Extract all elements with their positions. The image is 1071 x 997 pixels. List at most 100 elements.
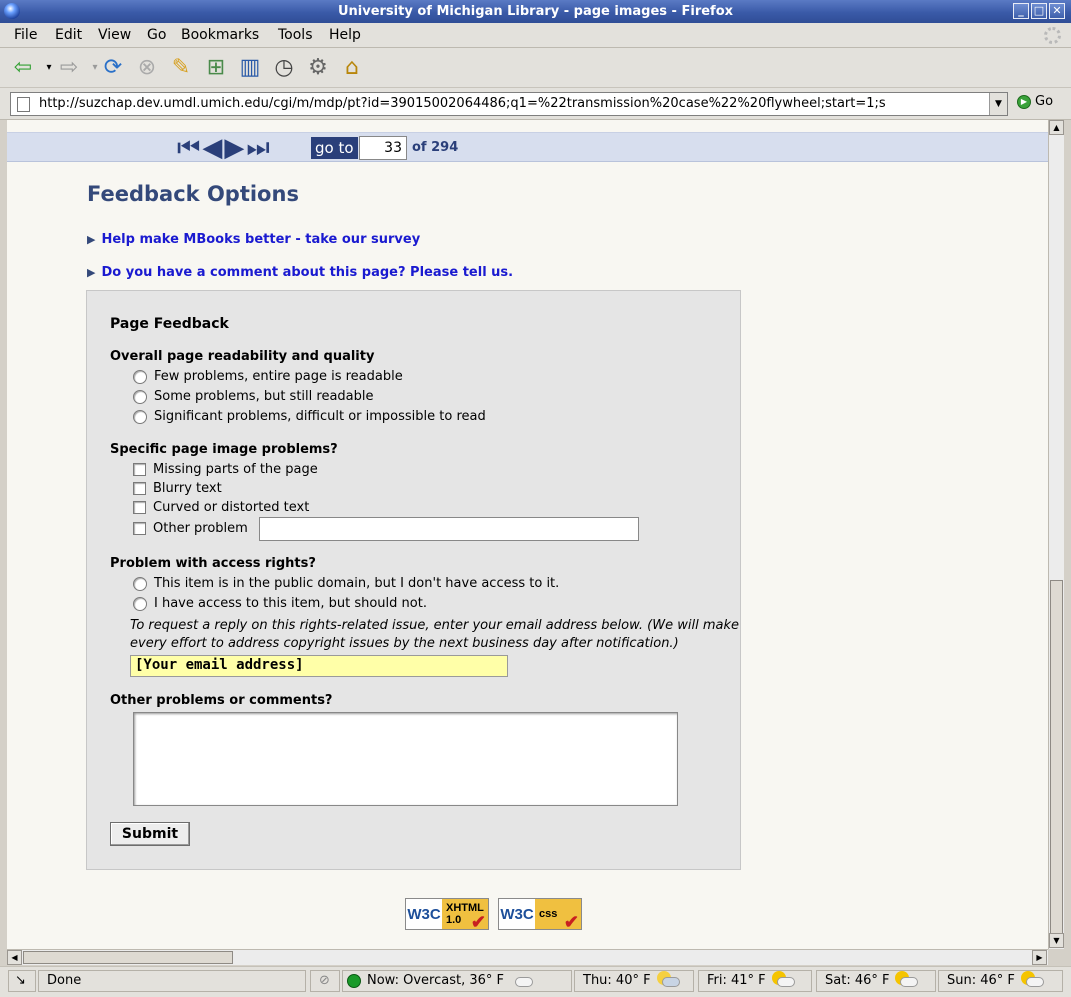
connection-icon[interactable]: ↘: [8, 970, 36, 992]
checkmark-icon: ✔: [470, 912, 486, 932]
go-arrow-icon: ▶: [1017, 94, 1031, 109]
feedback-form: Page Feedback Overall page readability a…: [86, 290, 741, 870]
radio-button[interactable]: [133, 576, 147, 591]
comments-label: Other problems or comments?: [110, 693, 333, 708]
email-field[interactable]: [Your email address]: [130, 655, 508, 677]
partly-sunny-icon: [1020, 971, 1044, 988]
access-rights-label: Problem with access rights?: [110, 556, 316, 571]
problem-other[interactable]: Other problem: [133, 521, 248, 536]
expand-triangle-icon: ▶: [87, 266, 96, 279]
other-problem-input[interactable]: [259, 517, 639, 541]
problem-missing-parts[interactable]: Missing parts of the page: [133, 462, 318, 477]
partly-sunny-icon: [771, 971, 795, 988]
goto-button[interactable]: go to: [311, 137, 358, 159]
back-icon[interactable]: ⇦: [10, 54, 36, 80]
menu-tools[interactable]: Tools: [278, 27, 313, 43]
preferences-icon[interactable]: ⚙: [305, 54, 331, 80]
vertical-scroll-thumb[interactable]: [1050, 580, 1063, 935]
next-page-icon[interactable]: ▶: [224, 133, 244, 163]
feedback-title: Feedback Options: [87, 182, 299, 206]
add-tab-icon[interactable]: ⊞: [203, 54, 229, 80]
form-heading: Page Feedback: [110, 316, 229, 332]
firefox-icon: [4, 3, 20, 19]
submit-button[interactable]: Submit: [110, 822, 190, 846]
go-button[interactable]: ▶ Go: [1017, 94, 1053, 109]
stop-icon[interactable]: ⊗: [134, 54, 160, 80]
bookmarks-icon[interactable]: ▥: [237, 54, 263, 80]
scroll-right-icon[interactable]: ▶: [1032, 950, 1047, 965]
weather-sat[interactable]: Sat: 46° F: [816, 970, 936, 992]
checkbox[interactable]: [133, 482, 146, 495]
weather-sun[interactable]: Sun: 46° F: [938, 970, 1063, 992]
menu-help[interactable]: Help: [329, 27, 361, 43]
status-text: Done: [38, 970, 306, 992]
w3c-logo: W3C: [499, 899, 535, 929]
last-page-icon[interactable]: ⏭: [246, 133, 269, 164]
page-icon: [17, 97, 30, 112]
readability-option-significant[interactable]: Significant problems, difficult or impos…: [133, 409, 486, 424]
horizontal-scrollbar[interactable]: ◀ ▶: [7, 949, 1048, 965]
w3c-xhtml-badge[interactable]: W3C XHTML 1.0 ✔: [405, 898, 489, 932]
url-dropdown-icon[interactable]: ▼: [989, 93, 1007, 115]
checkmark-icon: ✔: [563, 912, 579, 932]
comments-textarea[interactable]: [133, 712, 678, 806]
radio-button[interactable]: [133, 369, 147, 384]
checkbox[interactable]: [133, 522, 146, 535]
page-number-input[interactable]: [359, 136, 407, 160]
close-button[interactable]: ✕: [1049, 3, 1065, 19]
history-icon[interactable]: ◷: [271, 54, 297, 80]
problem-blurry-text[interactable]: Blurry text: [133, 481, 222, 496]
home-icon[interactable]: ⌂: [339, 54, 365, 80]
readability-option-some[interactable]: Some problems, but still readable: [133, 389, 374, 404]
vertical-scrollbar[interactable]: ▲ ▼: [1048, 120, 1064, 949]
menu-go[interactable]: Go: [147, 27, 166, 43]
survey-link[interactable]: ▶ Help make MBooks better - take our sur…: [87, 232, 420, 247]
radio-button[interactable]: [133, 596, 147, 611]
url-input[interactable]: http://suzchap.dev.umdl.umich.edu/cgi/m/…: [10, 92, 1008, 116]
w3c-css-badge[interactable]: W3C css ✔: [498, 898, 582, 932]
scroll-left-icon[interactable]: ◀: [7, 950, 22, 965]
expand-triangle-icon: ▶: [87, 233, 96, 246]
window-title: University of Michigan Library - page im…: [337, 4, 734, 19]
radio-button[interactable]: [133, 409, 147, 424]
weather-thu[interactable]: Thu: 40° F: [574, 970, 694, 992]
page-nav-arrows: ⏮ ◀ ▶ ⏭: [177, 133, 270, 164]
weather-now[interactable]: Now: Overcast, 36° F: [342, 970, 572, 992]
scroll-up-icon[interactable]: ▲: [1049, 120, 1064, 135]
comment-link[interactable]: ▶ Do you have a comment about this page?…: [87, 265, 513, 280]
previous-page-icon[interactable]: ◀: [202, 133, 222, 163]
page-content: ⏮ ◀ ▶ ⏭ go to of 294 Feedback Options ▶ …: [7, 120, 1048, 949]
menu-file[interactable]: File: [14, 27, 37, 43]
menu-view[interactable]: View: [98, 27, 131, 43]
edit-icon[interactable]: ✎: [168, 54, 194, 80]
menu-edit[interactable]: Edit: [55, 27, 82, 43]
checkbox[interactable]: [133, 463, 146, 476]
window-title-bar: University of Michigan Library - page im…: [0, 0, 1071, 23]
horizontal-scroll-thumb[interactable]: [23, 951, 233, 964]
radio-button[interactable]: [133, 389, 147, 404]
scroll-down-icon[interactable]: ▼: [1049, 933, 1064, 948]
reload-icon[interactable]: ⟳: [100, 54, 126, 80]
navigation-toolbar: ⇦ ▾ ⇨ ▾ ⟳ ⊗ ✎ ⊞ ▥ ◷ ⚙ ⌂: [0, 48, 1071, 88]
rights-should-not[interactable]: I have access to this item, but should n…: [133, 596, 427, 611]
menu-bar: File Edit View Go Bookmarks Tools Help: [0, 23, 1071, 48]
cloud-icon: [510, 974, 533, 988]
minimize-button[interactable]: _: [1013, 3, 1029, 19]
menu-bookmarks[interactable]: Bookmarks: [181, 27, 259, 43]
forward-icon[interactable]: ⇨: [56, 54, 82, 80]
first-page-icon[interactable]: ⏮: [177, 133, 200, 164]
online-status-icon: [347, 973, 361, 988]
maximize-button[interactable]: □: [1031, 3, 1047, 19]
go-label: Go: [1035, 94, 1054, 109]
address-bar: http://suzchap.dev.umdl.umich.edu/cgi/m/…: [0, 88, 1071, 120]
checkbox[interactable]: [133, 501, 146, 514]
w3c-logo: W3C: [406, 899, 442, 929]
readability-option-few[interactable]: Few problems, entire page is readable: [133, 369, 403, 384]
page-navigator: ⏮ ◀ ▶ ⏭ go to of 294: [7, 132, 1048, 164]
weather-fri[interactable]: Fri: 41° F: [698, 970, 812, 992]
throbber-icon: [1044, 27, 1061, 44]
offline-icon[interactable]: ⊘: [310, 970, 340, 992]
image-problems-label: Specific page image problems?: [110, 442, 338, 457]
problem-curved-text[interactable]: Curved or distorted text: [133, 500, 309, 515]
rights-public-domain[interactable]: This item is in the public domain, but I…: [133, 576, 559, 591]
